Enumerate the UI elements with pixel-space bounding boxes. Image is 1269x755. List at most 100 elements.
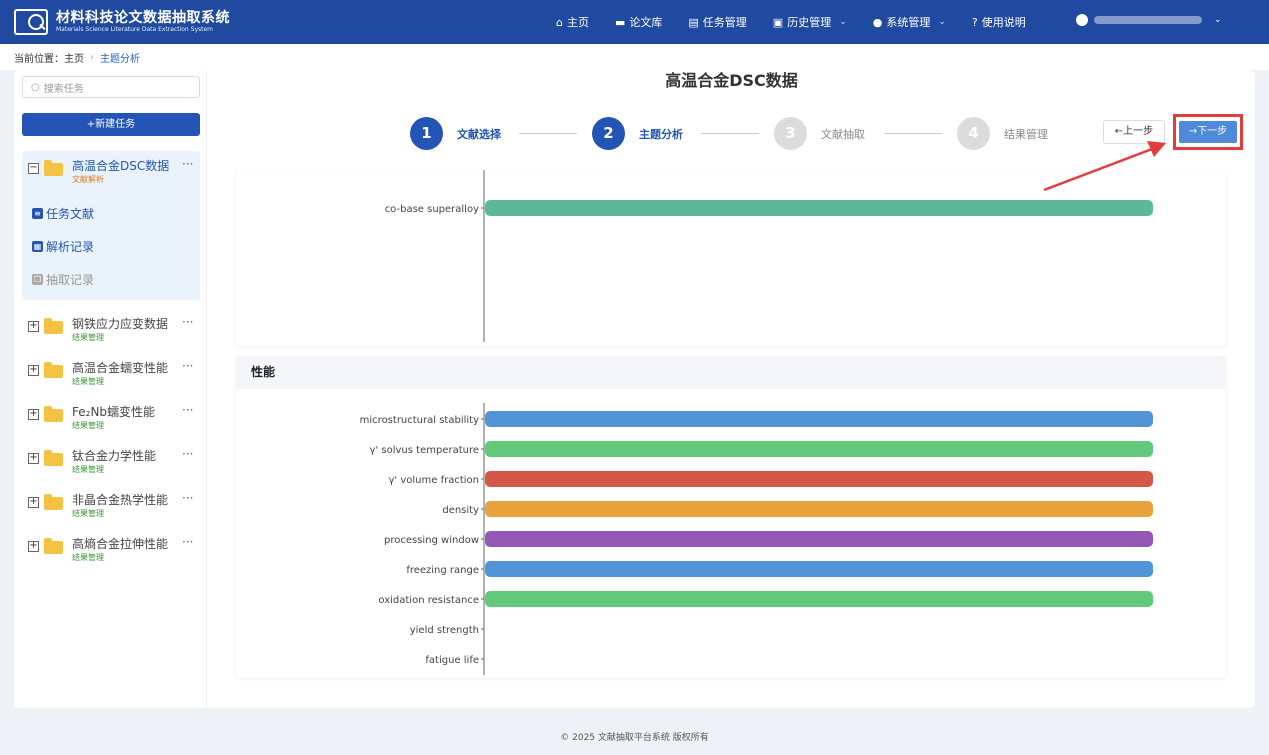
app-logo[interactable]: 材料科技论文数据抽取系统 Materials Science Literatur… — [14, 9, 230, 35]
bar — [485, 411, 1153, 427]
collapse-icon[interactable]: − — [28, 163, 39, 174]
chart-card-performance: 性能 microstructural stability γ' solvus te… — [236, 356, 1226, 678]
folder-icon — [44, 494, 63, 510]
y-tick-label: fatigue life — [425, 655, 479, 666]
y-tick-label: yield strength — [410, 625, 479, 636]
more-icon[interactable]: ··· — [182, 359, 193, 373]
task-item[interactable]: + 高熵合金拉伸性能 结果管理 ··· — [22, 529, 200, 569]
bar — [485, 471, 1153, 487]
logo-icon — [14, 9, 48, 35]
step-2[interactable]: 2 主题分析 — [592, 117, 683, 150]
more-icon[interactable]: ··· — [182, 403, 193, 417]
folder-icon — [44, 160, 63, 176]
user-menu[interactable]: ⌄ — [1076, 14, 1222, 26]
breadcrumb-separator-icon: › — [90, 51, 94, 63]
more-icon[interactable]: ··· — [182, 315, 193, 329]
step-1[interactable]: 1 文献选择 — [410, 117, 501, 150]
nav-tasks[interactable]: ▤ 任务管理 — [688, 14, 746, 30]
records-icon: ▦ — [32, 241, 43, 252]
nav-home[interactable]: ⌂ 主页 — [556, 14, 589, 30]
folder-icon — [44, 538, 63, 554]
card-title: 性能 — [236, 356, 1226, 389]
step-bar: 1 文献选择 2 主题分析 3 文献抽取 4 结果管理 ←上一步 →下一步 — [208, 100, 1255, 170]
sub-item-task-docs[interactable]: ≡ 任务文献 — [32, 205, 94, 222]
chevron-down-icon: ⌄ — [938, 17, 946, 27]
next-step-highlight: →下一步 — [1173, 114, 1243, 150]
task-item[interactable]: + Fe₂Nb蠕变性能 结果管理 ··· — [22, 397, 200, 437]
y-tick-label: freezing range — [406, 565, 479, 576]
breadcrumb: 当前位置： 主页 › 主题分析 — [0, 44, 1269, 70]
y-tick-label: density — [442, 505, 479, 516]
main-nav: ⌂ 主页 ▬ 论文库 ▤ 任务管理 ▣ 历史管理 ⌄ ● 系统管理 ⌄ ? 使用说明 — [556, 0, 1052, 44]
y-tick-label: oxidation resistance — [378, 595, 479, 606]
task-status: 文献解析 — [72, 175, 104, 184]
nav-library[interactable]: ▬ 论文库 — [615, 14, 662, 30]
app-title: 材料科技论文数据抽取系统 — [56, 10, 230, 26]
chart-card-topic: co-base superalloy — [236, 170, 1226, 346]
expand-icon[interactable]: + — [28, 365, 39, 376]
nav-help[interactable]: ? 使用说明 — [972, 14, 1026, 30]
bar — [485, 561, 1153, 577]
app-subtitle: Materials Science Literature Data Extrac… — [56, 26, 214, 33]
bar — [485, 591, 1153, 607]
nav-system[interactable]: ● 系统管理 ⌄ — [873, 14, 946, 30]
step-4[interactable]: 4 结果管理 — [957, 117, 1048, 150]
breadcrumb-home[interactable]: 主页 — [64, 50, 84, 65]
prev-step-button[interactable]: ←上一步 — [1103, 120, 1165, 144]
chevron-down-icon: ⌄ — [839, 17, 847, 27]
folder-icon — [44, 450, 63, 466]
copy-icon: ❐ — [32, 274, 43, 285]
home-icon: ⌂ — [556, 15, 563, 29]
next-step-button[interactable]: →下一步 — [1179, 121, 1237, 143]
username-blurred — [1094, 16, 1202, 24]
folder-icon — [44, 406, 63, 422]
task-item[interactable]: + 钛合金力学性能 结果管理 ··· — [22, 441, 200, 481]
expand-icon[interactable]: + — [28, 409, 39, 420]
task-item[interactable]: + 高温合金蠕变性能 结果管理 ··· — [22, 353, 200, 393]
more-icon[interactable]: ··· — [182, 535, 193, 549]
breadcrumb-current: 主题分析 — [100, 53, 140, 65]
more-icon[interactable]: ··· — [182, 491, 193, 505]
page-title: 高温合金DSC数据 — [665, 71, 798, 90]
y-tick-label: co-base superalloy — [385, 204, 479, 215]
footer: © 2025 文献抽取平台系统 版权所有 — [0, 722, 1269, 755]
y-tick-label: γ' volume fraction — [389, 475, 479, 486]
step-connector — [884, 133, 942, 134]
avatar — [1076, 14, 1088, 26]
expand-icon[interactable]: + — [28, 541, 39, 552]
folder-icon — [44, 362, 63, 378]
bar — [485, 501, 1153, 517]
y-tick-label: processing window — [384, 535, 479, 546]
help-icon: ? — [971, 15, 978, 29]
performance-chart: microstructural stability γ' solvus tempe… — [360, 403, 1153, 675]
y-tick-label: γ' solvus temperature — [370, 445, 479, 456]
topic-chart: co-base superalloy — [385, 170, 1153, 342]
history-icon: ▣ — [772, 15, 784, 29]
nav-history[interactable]: ▣ 历史管理 ⌄ — [773, 14, 847, 30]
expand-icon[interactable]: + — [28, 321, 39, 332]
search-icon: ○ — [31, 81, 40, 93]
more-icon[interactable]: ··· — [182, 447, 193, 461]
step-3[interactable]: 3 文献抽取 — [774, 117, 865, 150]
top-navbar: 材料科技论文数据抽取系统 Materials Science Literatur… — [0, 0, 1269, 44]
step-connector — [519, 133, 577, 134]
content-area: 高温合金DSC数据 1 文献选择 2 主题分析 3 文献抽取 4 结果管理 ←上一步 →… — [208, 70, 1255, 708]
task-name: 高温合金DSC数据 — [72, 159, 170, 173]
bar — [485, 531, 1153, 547]
task-item[interactable]: + 非晶合金热学性能 结果管理 ··· — [22, 485, 200, 525]
folder-icon — [44, 318, 63, 334]
step-connector — [701, 133, 759, 134]
sub-item-parse-records[interactable]: ▦ 解析记录 — [32, 238, 94, 255]
task-item[interactable]: + 钢铁应力应变数据 结果管理 ··· — [22, 309, 200, 349]
bar — [485, 441, 1153, 457]
new-task-button[interactable]: +新建任务 — [22, 113, 200, 136]
task-item-active[interactable]: − 高温合金DSC数据 文献解析 ··· — [22, 151, 200, 191]
more-icon[interactable]: ··· — [182, 157, 193, 171]
main-panel: ○ 搜索任务 +新建任务 − 高温合金DSC数据 文献解析 ··· ≡ 任务文献 … — [14, 70, 1255, 708]
expand-icon[interactable]: + — [28, 497, 39, 508]
chevron-down-icon: ⌄ — [1214, 15, 1222, 25]
sub-item-extract-records[interactable]: ❐ 抽取记录 — [32, 271, 94, 288]
expand-icon[interactable]: + — [28, 453, 39, 464]
search-input[interactable]: ○ 搜索任务 — [22, 76, 200, 98]
library-icon: ▬ — [614, 15, 626, 29]
